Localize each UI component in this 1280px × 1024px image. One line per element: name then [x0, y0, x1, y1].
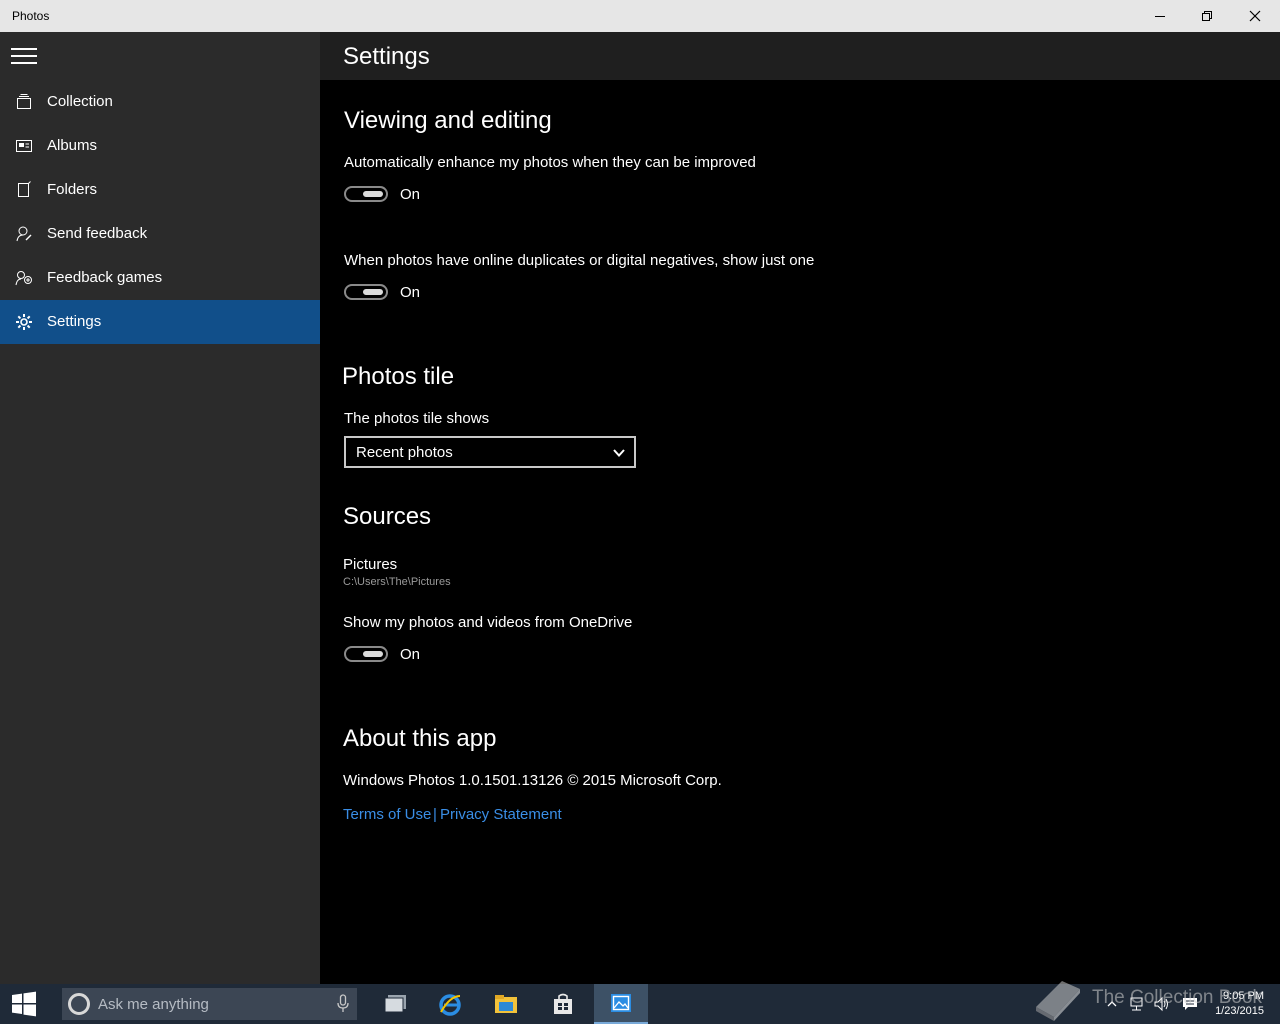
- folder-icon: [14, 180, 34, 200]
- internet-explorer-icon: [439, 994, 461, 1016]
- sidebar-item-feedback-games[interactable]: Feedback games: [0, 256, 320, 300]
- page-title: Settings: [343, 43, 430, 70]
- section-heading-viewing: Viewing and editing: [344, 107, 552, 134]
- restore-button[interactable]: [1184, 0, 1230, 32]
- windows-logo-icon: [12, 991, 36, 1017]
- sidebar-item-label: Settings: [47, 313, 102, 330]
- duplicates-setting-label: When photos have online duplicates or di…: [344, 252, 815, 269]
- hamburger-icon: [11, 48, 37, 64]
- window-title: Photos: [12, 9, 50, 23]
- source-folder-path: C:\Users\The\Pictures: [343, 576, 451, 588]
- enhance-toggle-state: On: [400, 186, 421, 203]
- cortana-icon: [68, 993, 90, 1015]
- photos-app-button[interactable]: [594, 984, 648, 1024]
- games-icon: [14, 268, 34, 288]
- chevron-down-icon: [612, 446, 626, 465]
- tile-setting-label: The photos tile shows: [344, 410, 490, 427]
- onedrive-toggle[interactable]: [344, 646, 388, 662]
- book-logo-icon: [1036, 981, 1080, 1021]
- sidebar-item-albums[interactable]: Albums: [0, 124, 320, 168]
- tile-dropdown[interactable]: Recent photos: [344, 436, 636, 468]
- dropdown-value: Recent photos: [356, 444, 453, 461]
- section-heading-sources: Sources: [343, 503, 432, 530]
- minimize-button[interactable]: [1137, 0, 1183, 32]
- enhance-setting-label: Automatically enhance my photos when the…: [344, 154, 756, 171]
- close-button[interactable]: [1232, 0, 1278, 32]
- version-text: Windows Photos 1.0.1501.13126 © 2015 Mic…: [343, 772, 722, 789]
- toggle-knob: [363, 651, 383, 657]
- page-header: Settings: [320, 32, 1280, 80]
- onedrive-toggle-state: On: [400, 646, 421, 663]
- task-view-button[interactable]: [369, 984, 423, 1024]
- enhance-toggle[interactable]: [344, 186, 388, 202]
- close-icon: [1249, 10, 1261, 22]
- sidebar-item-collection[interactable]: Collection: [0, 80, 320, 124]
- title-bar: Photos: [0, 0, 1280, 32]
- section-heading-photos-tile: Photos tile: [342, 363, 455, 390]
- link-separator: |: [433, 806, 437, 823]
- duplicates-toggle[interactable]: [344, 284, 388, 300]
- task-view-icon: [384, 995, 406, 1013]
- store-bag-icon: [554, 993, 572, 1014]
- toggle-knob: [363, 289, 383, 295]
- toggle-knob: [363, 191, 383, 197]
- sidebar-item-label: Albums: [47, 137, 98, 154]
- file-explorer-button[interactable]: [479, 984, 533, 1024]
- watermark: The Collection Book: [1030, 975, 1280, 1023]
- settings-content: Viewing and editing Automatically enhanc…: [320, 80, 1280, 984]
- feedback-icon: [14, 224, 34, 244]
- watermark-text: The Collection Book: [1092, 987, 1263, 1008]
- search-placeholder: Ask me anything: [98, 996, 209, 1013]
- navigation-pane: Collection Albums Folders Send feedback …: [0, 32, 320, 984]
- album-icon: [14, 136, 34, 156]
- privacy-statement-link[interactable]: Privacy Statement: [440, 806, 562, 823]
- start-button[interactable]: [0, 984, 48, 1024]
- search-box[interactable]: Ask me anything: [62, 988, 357, 1020]
- microphone-icon[interactable]: [337, 994, 349, 1019]
- restore-icon: [1202, 11, 1212, 21]
- terms-of-use-link[interactable]: Terms of Use: [343, 806, 431, 823]
- source-folder-name[interactable]: Pictures: [343, 556, 397, 573]
- photos-app-icon: [611, 994, 631, 1012]
- sidebar-item-settings[interactable]: Settings: [0, 300, 320, 344]
- sidebar-item-label: Collection: [47, 93, 113, 110]
- store-button[interactable]: [536, 984, 590, 1024]
- hamburger-menu-button[interactable]: [0, 32, 48, 80]
- sidebar-item-folders[interactable]: Folders: [0, 168, 320, 212]
- sidebar-item-label: Folders: [47, 181, 98, 198]
- file-explorer-icon: [495, 995, 517, 1013]
- internet-explorer-button[interactable]: [423, 984, 477, 1024]
- duplicates-toggle-state: On: [400, 284, 421, 301]
- minimize-icon: [1155, 16, 1165, 17]
- onedrive-setting-label: Show my photos and videos from OneDrive: [343, 614, 633, 631]
- sidebar-item-label: Send feedback: [47, 225, 148, 242]
- sidebar-item-label: Feedback games: [47, 269, 163, 286]
- sidebar-item-send-feedback[interactable]: Send feedback: [0, 212, 320, 256]
- gear-icon: [14, 312, 34, 332]
- collection-icon: [14, 92, 34, 112]
- section-heading-about: About this app: [343, 725, 497, 752]
